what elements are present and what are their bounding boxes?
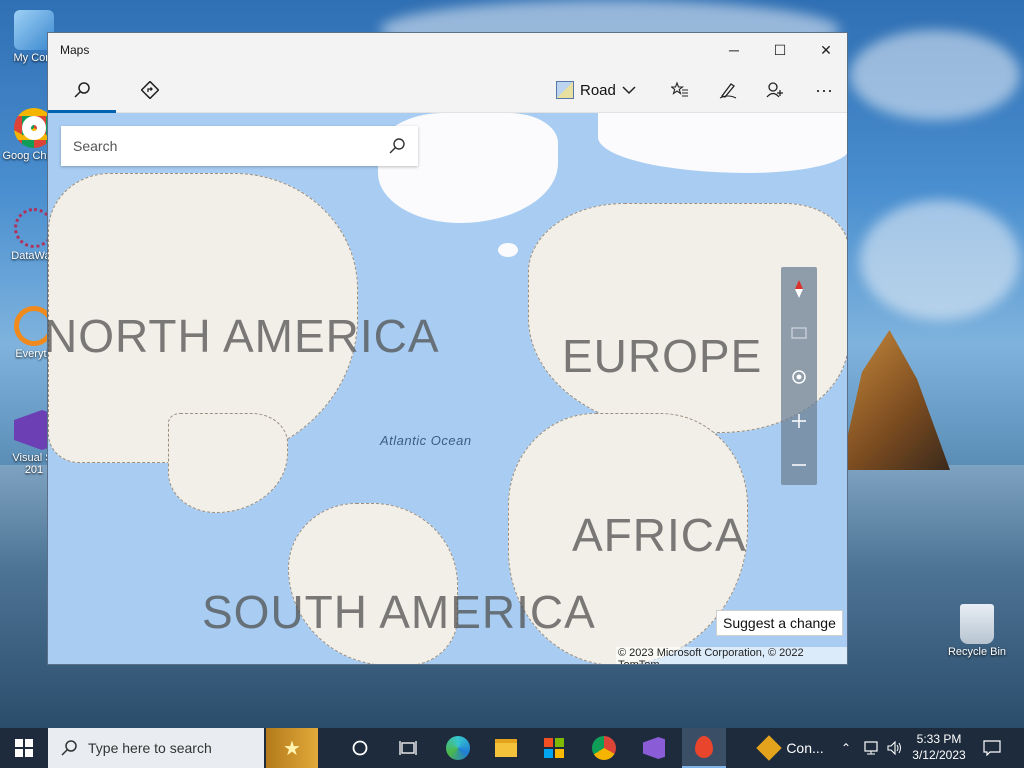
- taskbar-store[interactable]: [534, 728, 574, 768]
- favorites-icon: [671, 81, 688, 97]
- plus-icon: [792, 414, 806, 428]
- pinned-app-label: Con...: [786, 740, 824, 756]
- taskbar-edge[interactable]: [438, 728, 478, 768]
- taskbar-search[interactable]: Type here to search: [48, 728, 264, 768]
- network-icon: [864, 741, 878, 755]
- task-view-icon: [399, 741, 417, 755]
- search-icon: [61, 740, 77, 756]
- south-america-landmass: [288, 503, 458, 664]
- iceland: [498, 243, 518, 257]
- taskbar: Type here to search ★ Con... ⌃ 5:33 PM 3…: [0, 728, 1024, 768]
- cortana-button[interactable]: [340, 728, 380, 768]
- search-input[interactable]: [73, 138, 388, 154]
- map-canvas[interactable]: NORTH AMERICA EUROPE AFRICA SOUTH AMERIC…: [48, 113, 847, 664]
- start-button[interactable]: [0, 728, 48, 768]
- road-style-icon: [556, 81, 574, 99]
- favorites-button[interactable]: [660, 75, 700, 105]
- directions-icon: [141, 81, 159, 99]
- star-icon: ★: [283, 737, 301, 760]
- tab-search[interactable]: [62, 75, 102, 105]
- folder-icon: [495, 739, 517, 757]
- visual-studio-icon: [643, 737, 665, 759]
- taskbar-pinned-app[interactable]: Con...: [752, 728, 832, 768]
- volume-icon: [887, 741, 901, 755]
- network-button[interactable]: [860, 728, 882, 768]
- map-style-label: Road: [580, 81, 616, 99]
- taskbar-file-explorer[interactable]: [486, 728, 526, 768]
- search-box[interactable]: [61, 126, 418, 166]
- maps-window: Maps ─ ☐ ✕ Road ··· NORTH AMERICA EUROPE…: [47, 32, 848, 665]
- desktop-icon-label: Recycle Bin: [947, 646, 1007, 658]
- minimize-button[interactable]: ─: [711, 33, 757, 67]
- suggest-change-button[interactable]: Suggest a change: [716, 610, 843, 636]
- search-icon: [74, 82, 90, 98]
- label-atlantic-ocean: Atlantic Ocean: [380, 433, 472, 448]
- cloud: [860, 200, 1020, 320]
- location-icon: [792, 370, 806, 384]
- close-button[interactable]: ✕: [803, 33, 847, 67]
- chevron-down-icon: [622, 86, 636, 95]
- cloud: [850, 30, 1020, 120]
- chevron-up-icon: ⌃: [840, 741, 852, 755]
- account-button[interactable]: [755, 75, 795, 105]
- task-view-button[interactable]: [388, 728, 428, 768]
- recycle-bin-icon: [960, 604, 994, 644]
- clock-time: 5:33 PM: [916, 732, 962, 746]
- volume-button[interactable]: [884, 728, 906, 768]
- pen-icon: [719, 83, 737, 99]
- chrome-icon: [592, 736, 616, 760]
- taskbar-chrome[interactable]: [584, 728, 624, 768]
- central-america-landmass: [168, 413, 288, 513]
- label-north-america: NORTH AMERICA: [48, 310, 440, 362]
- taskbar-visual-studio[interactable]: [634, 728, 674, 768]
- label-europe: EUROPE: [562, 330, 763, 382]
- edge-icon: [446, 736, 470, 760]
- label-africa: AFRICA: [572, 509, 747, 561]
- map-style-dropdown[interactable]: Road: [556, 77, 636, 103]
- clock[interactable]: 5:33 PM 3/12/2023: [906, 731, 972, 763]
- store-icon: [544, 738, 564, 758]
- tab-directions[interactable]: [130, 75, 170, 105]
- taskbar-search-highlight[interactable]: ★: [266, 728, 318, 768]
- show-hidden-icons-button[interactable]: ⌃: [836, 728, 856, 768]
- ink-button[interactable]: [708, 75, 748, 105]
- maximize-button[interactable]: ☐: [757, 33, 803, 67]
- tilt-icon: [791, 327, 807, 339]
- toolbar: Road ···: [48, 67, 847, 113]
- more-options-button[interactable]: ···: [804, 75, 844, 105]
- compass-button[interactable]: [781, 267, 817, 311]
- app-icon: [756, 735, 783, 761]
- clock-date: 3/12/2023: [912, 748, 966, 762]
- person-add-icon: [766, 82, 783, 98]
- cortana-icon: [352, 740, 368, 756]
- locate-me-button[interactable]: [781, 355, 817, 399]
- minus-icon: [792, 464, 806, 466]
- window-title: Maps: [60, 43, 90, 57]
- zoom-out-button[interactable]: [781, 443, 817, 487]
- compass-icon: [795, 280, 803, 298]
- taskbar-search-placeholder: Type here to search: [88, 740, 212, 756]
- label-south-america: SOUTH AMERICA: [202, 586, 596, 638]
- taskbar-maps[interactable]: [682, 728, 726, 768]
- arctic-islands: [598, 113, 847, 173]
- copyright-text: © 2023 Microsoft Corporation, © 2022 Tom…: [616, 647, 847, 664]
- desktop-icon-recycle-bin[interactable]: Recycle Bin: [942, 604, 1012, 658]
- tilt-button[interactable]: [781, 311, 817, 355]
- mountain: [840, 330, 950, 470]
- notifications-button[interactable]: [978, 728, 1006, 768]
- map-controls: [781, 267, 817, 485]
- title-bar[interactable]: Maps ─ ☐ ✕: [48, 33, 847, 67]
- zoom-in-button[interactable]: [781, 399, 817, 443]
- maps-icon: [695, 736, 713, 758]
- windows-icon: [15, 739, 33, 757]
- notification-icon: [983, 740, 1001, 756]
- search-icon[interactable]: [388, 137, 406, 155]
